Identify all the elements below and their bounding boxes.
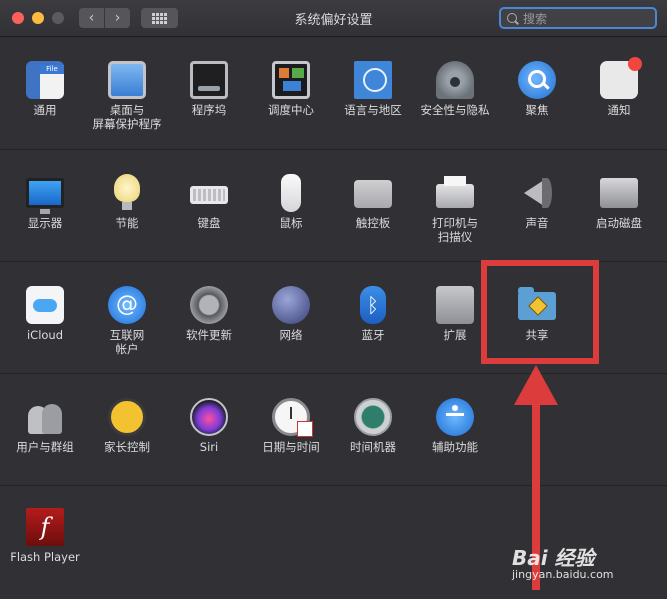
mouse-icon [281,174,301,212]
spotlight-icon [518,61,556,99]
pane-label: Siri [199,440,219,454]
software-update-icon [190,286,228,324]
keyboard-icon [190,186,228,204]
pane-label: 启动磁盘 [596,216,642,230]
pane-label: iCloud [26,328,64,342]
pane-label: 节能 [115,216,139,230]
time-machine-icon [354,398,392,436]
accessibility-icon [436,398,474,436]
watermark-url: jingyan.baidu.com [512,568,614,581]
security-privacy-icon [436,61,474,99]
date-time-icon [272,398,313,437]
general-icon: File [26,61,64,99]
pane-label: 通用 [33,103,57,117]
pane-label: 日期与时间 [262,440,320,454]
pane-label: 用户与群组 [16,440,74,454]
pane-label: 鼠标 [279,216,303,230]
icloud-icon [26,286,64,324]
pane-label: Flash Player [10,550,80,564]
extensions-icon [436,286,474,324]
search-icon [507,13,517,23]
trackpad-icon [354,180,392,208]
system-preferences-window: ‹ › 系统偏好设置 File 通用 桌面与 屏幕保护程序 程序坞 调度中心 [0,0,667,599]
watermark: Bai 经验 jingyan.baidu.com [512,540,662,590]
notifications-icon [600,57,642,99]
titlebar: ‹ › 系统偏好设置 [0,0,667,37]
pane-label: 蓝牙 [361,328,385,342]
pane-label: 聚焦 [525,103,549,117]
pane-label: 显示器 [27,216,63,230]
pane-row-2: 显示器 节能 键盘 鼠标 触控板 打印机与 扫描仪 声音 启动磁盘 [0,149,667,262]
printer-scanner-icon [436,176,474,208]
annotation-highlight-box [481,260,599,364]
pane-label: 安全性与隐私 [420,103,490,117]
flash-player-icon: f [26,508,64,546]
desktop-screensaver-icon [108,61,146,99]
search-input[interactable] [521,10,655,28]
bluetooth-icon: ᛒ [360,286,386,324]
pane-label: 桌面与 屏幕保护程序 [92,103,162,131]
pane-label: 网络 [279,328,303,342]
users-groups-icon [26,398,64,436]
parental-controls-icon [108,398,146,436]
pane-row-4: 用户与群组 家长控制 Siri 日期与时间 时间机器 辅助功能 [0,373,667,486]
pane-label: 声音 [525,216,549,230]
pane-label: 键盘 [197,216,221,230]
mission-control-icon [272,61,310,99]
pane-label: 软件更新 [186,328,232,342]
watermark-logo: Bai 经验 [512,546,595,570]
internet-accounts-icon: @ [108,286,146,324]
pane-label: 调度中心 [268,103,314,117]
pane-label: 家长控制 [104,440,150,454]
pane-label: 时间机器 [350,440,396,454]
energy-saver-icon [114,174,140,210]
dock-icon [190,61,228,99]
startup-disk-icon [600,178,638,208]
displays-icon [26,178,64,214]
pane-row-1: File 通用 桌面与 屏幕保护程序 程序坞 调度中心 语言与地区 安全性与隐私… [0,37,667,149]
sound-icon [518,174,556,212]
siri-icon [190,398,228,436]
pane-label: 通知 [607,103,631,117]
pane-label: 互联网 帐户 [109,328,145,356]
pane-label: 语言与地区 [344,103,402,117]
pane-label: 打印机与 扫描仪 [432,216,478,244]
pane-label: 触控板 [355,216,391,230]
search-field[interactable] [499,7,657,29]
pane-label: 程序坞 [191,103,227,117]
pane-label: 辅助功能 [432,440,478,454]
network-icon [272,286,310,324]
language-region-icon [354,61,392,99]
